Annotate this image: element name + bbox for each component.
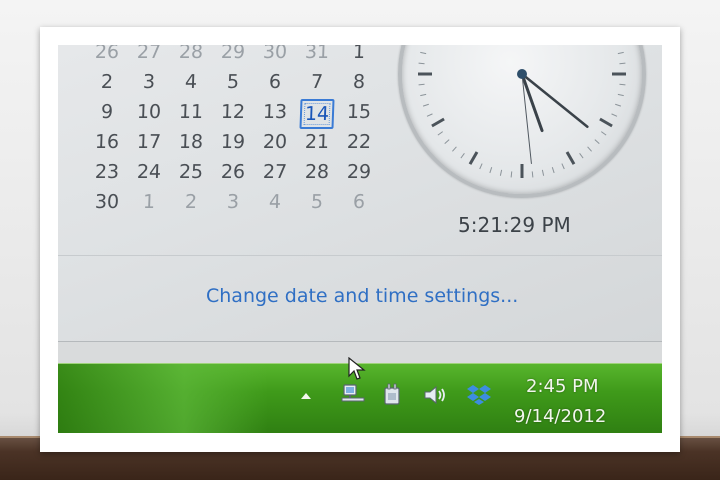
clock-minute-tick (444, 139, 450, 144)
clock-minute-tick (418, 83, 425, 86)
clock-minute-tick (479, 163, 483, 170)
clock-face-icon (418, 51, 626, 178)
calendar-day[interactable]: 3 (211, 187, 254, 217)
calendar-day[interactable]: 17 (127, 127, 170, 157)
clock-minute-tick (561, 163, 565, 170)
calendar-day[interactable]: 30 (253, 45, 296, 67)
clock-minute-tick (611, 113, 618, 117)
clock-minute-tick (460, 152, 465, 159)
taskbar-date: 9/14/2012 (514, 406, 607, 427)
calendar-day[interactable]: 11 (169, 97, 212, 127)
clock-minute-tick (489, 167, 493, 174)
screen-photo: 26 27 28 29 30 31 1 2 3 4 5 6 7 8 9 10 11 12 13 14 15 16 17 18 1… (58, 45, 662, 433)
calendar-day[interactable]: 12 (211, 97, 254, 127)
calendar-day[interactable]: 13 (253, 97, 296, 127)
clock-center-pin (517, 69, 527, 79)
calendar-day[interactable]: 31 (295, 45, 338, 67)
clock-minute-tick (617, 51, 624, 55)
calendar-day[interactable]: 5 (211, 67, 254, 97)
calendar-day[interactable]: 25 (169, 157, 212, 187)
calendar-day[interactable]: 6 (337, 187, 380, 217)
clock-minute-tick (619, 83, 626, 86)
change-date-time-settings-link[interactable]: Change date and time settings... (206, 285, 518, 307)
clock-hour-tick (599, 117, 613, 128)
clock-digital-time: 5:21:29 PM (458, 213, 571, 237)
calendar-day[interactable]: 20 (253, 127, 296, 157)
calendar-day[interactable]: 4 (253, 187, 296, 217)
clock-minute-tick (579, 152, 584, 159)
clock-minute-tick (510, 171, 513, 178)
clock-minute-tick (420, 93, 427, 97)
clock-minute-tick (499, 169, 503, 176)
calendar-day[interactable]: 1 (337, 45, 380, 67)
calendar-day[interactable]: 27 (253, 157, 296, 187)
calendar-day[interactable]: 24 (127, 157, 170, 187)
calendar-day[interactable]: 10 (127, 97, 170, 127)
calendar-day[interactable]: 8 (337, 67, 380, 97)
calendar-day[interactable]: 9 (85, 97, 128, 127)
dropbox-icon[interactable] (466, 382, 492, 408)
calendar-day[interactable]: 29 (337, 157, 380, 187)
clock-minute-tick (452, 146, 457, 152)
calendar-day[interactable]: 28 (169, 45, 212, 67)
taskbar-background-tint (58, 364, 268, 433)
clock-minute-tick (617, 93, 624, 97)
clock-minute-tick (420, 51, 427, 55)
calendar-day[interactable]: 27 (127, 45, 170, 67)
calendar-day[interactable]: 22 (337, 127, 380, 157)
calendar-day[interactable]: 6 (253, 67, 296, 97)
mouse-pointer-icon (348, 356, 366, 385)
clock-minute-tick (615, 103, 622, 107)
power-icon[interactable] (380, 382, 406, 408)
calendar-day[interactable]: 18 (169, 127, 212, 157)
clock-minute-tick (619, 62, 626, 65)
clock-minute-tick (587, 146, 592, 152)
calendar-day[interactable]: 21 (295, 127, 338, 157)
clock-minute-tick (426, 113, 433, 117)
calendar-day[interactable]: 23 (85, 157, 128, 187)
calendar-day[interactable]: 19 (211, 127, 254, 157)
taskbar-time: 2:45 PM (526, 376, 599, 397)
clock-minute-tick (600, 131, 607, 136)
flyout-divider (58, 255, 662, 256)
clock-minute-tick (418, 62, 425, 65)
volume-icon[interactable] (422, 382, 448, 408)
clock-minute-tick (422, 103, 429, 107)
calendar-day[interactable]: 28 (295, 157, 338, 187)
calendar-day[interactable]: 1 (127, 187, 170, 217)
calendar-day[interactable]: 3 (127, 67, 170, 97)
calendar-day[interactable]: 26 (211, 157, 254, 187)
calendar-grid: 26 27 28 29 30 31 1 2 3 4 5 6 7 8 9 10 11 12 13 14 15 16 17 18 1… (86, 45, 380, 217)
clock-hour-tick (565, 151, 576, 165)
calendar-day[interactable]: 16 (85, 127, 128, 157)
clock-hour-tick (468, 151, 479, 165)
network-icon[interactable] (340, 382, 366, 408)
calendar-day[interactable]: 7 (295, 67, 338, 97)
calendar-day[interactable]: 2 (169, 187, 212, 217)
analog-clock (398, 45, 646, 198)
calendar-day[interactable]: 2 (85, 67, 128, 97)
calendar-day[interactable]: 5 (295, 187, 338, 217)
calendar-day[interactable]: 4 (169, 67, 212, 97)
clock-hour-tick (431, 117, 445, 128)
calendar-day[interactable]: 29 (211, 45, 254, 67)
clock-minute-tick (551, 167, 555, 174)
clock-minute-tick (531, 171, 534, 178)
calendar-day[interactable]: 30 (85, 187, 128, 217)
calendar-day-today[interactable]: 14 (299, 99, 335, 129)
clock-minute-tick (437, 131, 444, 136)
show-hidden-icons-arrow-icon[interactable] (298, 388, 314, 404)
calendar-day[interactable]: 26 (85, 45, 128, 67)
clock-minute-tick (541, 169, 545, 176)
clock-minute-tick (594, 139, 600, 144)
calendar-day[interactable]: 15 (337, 97, 380, 127)
date-time-flyout: 26 27 28 29 30 31 1 2 3 4 5 6 7 8 9 10 11 12 13 14 15 16 17 18 1… (58, 45, 662, 342)
